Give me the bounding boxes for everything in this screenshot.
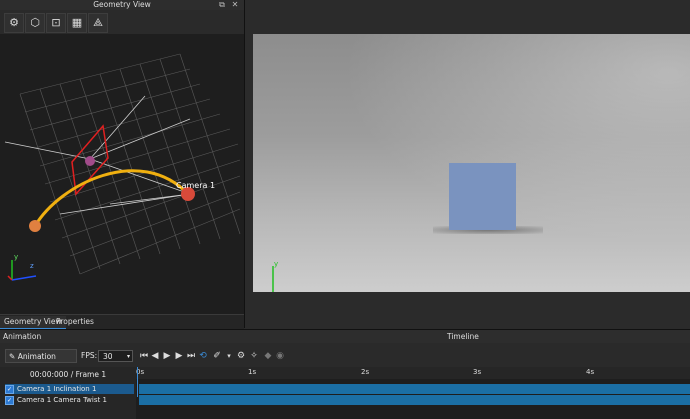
track-bar-inclination[interactable] — [139, 384, 690, 394]
time-tick: 1s — [248, 368, 257, 376]
panel-tabs: Geometry View Properties — [0, 314, 244, 330]
play-icon[interactable]: ▶ — [162, 349, 172, 363]
checkbox-icon[interactable]: ✓ — [5, 395, 14, 405]
brush-icon[interactable]: ✐ — [212, 349, 222, 363]
frame-label: 00:00:000 / Frame 1 — [29, 370, 107, 379]
render-left-margin — [245, 34, 253, 292]
fps-value: 30 — [103, 352, 113, 361]
settings-icon[interactable]: ⚙ — [236, 349, 246, 363]
render-top-area — [245, 0, 690, 34]
wand-icon: ✎ — [9, 352, 16, 361]
time-tick: 2s — [361, 368, 370, 376]
record-icon[interactable]: ◉ — [275, 349, 285, 363]
timeline-title: Timeline — [447, 332, 479, 341]
camera-path — [33, 169, 190, 227]
track-row-twist[interactable]: ✓ Camera 1 Camera Twist 1 — [5, 395, 134, 405]
render-viewport[interactable]: y z — [253, 34, 690, 292]
geometry-panel: Geometry View ⧉ ✕ ⚙ ⬡ ⊡ ▦ ⟁ Camera 1 z y… — [0, 0, 245, 330]
track-label: Camera 1 Camera Twist 1 — [17, 396, 107, 404]
geometry-viewport[interactable]: Camera 1 z y — [0, 34, 244, 314]
loop-icon[interactable]: ⟲ — [198, 349, 208, 363]
camera-label: Camera 1 — [176, 181, 215, 190]
tab-properties[interactable]: Properties — [52, 316, 98, 328]
grid-icon[interactable]: ▦ — [67, 13, 87, 33]
animation-title: Animation — [3, 332, 42, 341]
gear-icon[interactable]: ⚙ — [4, 13, 24, 33]
chevron-down-icon: ▾ — [126, 353, 130, 360]
step-forward-icon[interactable]: ▶ — [174, 349, 184, 363]
chevron-down-icon[interactable]: ▾ — [224, 349, 234, 363]
time-tick: 3s — [473, 368, 482, 376]
axes-gizmo: z y — [7, 253, 37, 281]
zoom-fit-icon[interactable]: ⊡ — [46, 13, 66, 33]
render-axes-gizmo: y z — [272, 260, 278, 292]
timeline[interactable]: 0s 1s 2s 3s 4s — [136, 367, 690, 419]
track-label: Camera 1 Inclination 1 — [17, 385, 97, 393]
panel-title: Geometry View — [0, 0, 244, 10]
skip-end-icon[interactable]: ⏭ — [186, 349, 196, 363]
close-icon[interactable]: ✕ — [230, 0, 240, 10]
playhead[interactable] — [137, 367, 138, 397]
axis-label-z: z — [30, 262, 34, 270]
fps-label: FPS: — [81, 351, 98, 360]
skip-start-icon[interactable]: ⏮ — [139, 349, 149, 363]
render-axis-label-y: y — [274, 260, 278, 268]
animation-panel: Animation Timeline ✎ Animation Wizard FP… — [0, 329, 690, 419]
cube[interactable] — [449, 163, 516, 230]
time-ruler — [136, 367, 690, 379]
axes-icon[interactable]: ⟁ — [88, 13, 108, 33]
prev-key-icon[interactable]: ◆ — [263, 349, 273, 363]
track-bar-twist[interactable] — [139, 395, 690, 405]
axis-label-y: y — [14, 253, 18, 261]
keyframe-icon[interactable]: ✧ — [249, 349, 259, 363]
pin-icon[interactable]: ⧉ — [217, 0, 227, 10]
checkbox-icon[interactable]: ✓ — [5, 384, 14, 394]
step-back-icon[interactable]: ◀ — [150, 349, 160, 363]
animation-toolbar: ✎ Animation Wizard FPS: 30 ▾ ⏮ ◀ ▶ ▶ ⏭ ⟲… — [0, 347, 690, 375]
time-tick: 4s — [586, 368, 595, 376]
fps-select[interactable]: 30 ▾ — [98, 350, 133, 362]
animation-header: Animation Timeline — [0, 330, 690, 343]
render-bottom-area — [245, 292, 690, 328]
track-list: 00:00:000 / Frame 1 ✓ Camera 1 Inclinatio… — [0, 367, 136, 419]
cube-icon[interactable]: ⬡ — [25, 13, 45, 33]
animation-wizard-button[interactable]: ✎ Animation Wizard — [5, 349, 77, 375]
track-row-inclination[interactable]: ✓ Camera 1 Inclination 1 — [5, 384, 134, 394]
geometry-toolbar: ⚙ ⬡ ⊡ ▦ ⟁ — [0, 10, 244, 34]
